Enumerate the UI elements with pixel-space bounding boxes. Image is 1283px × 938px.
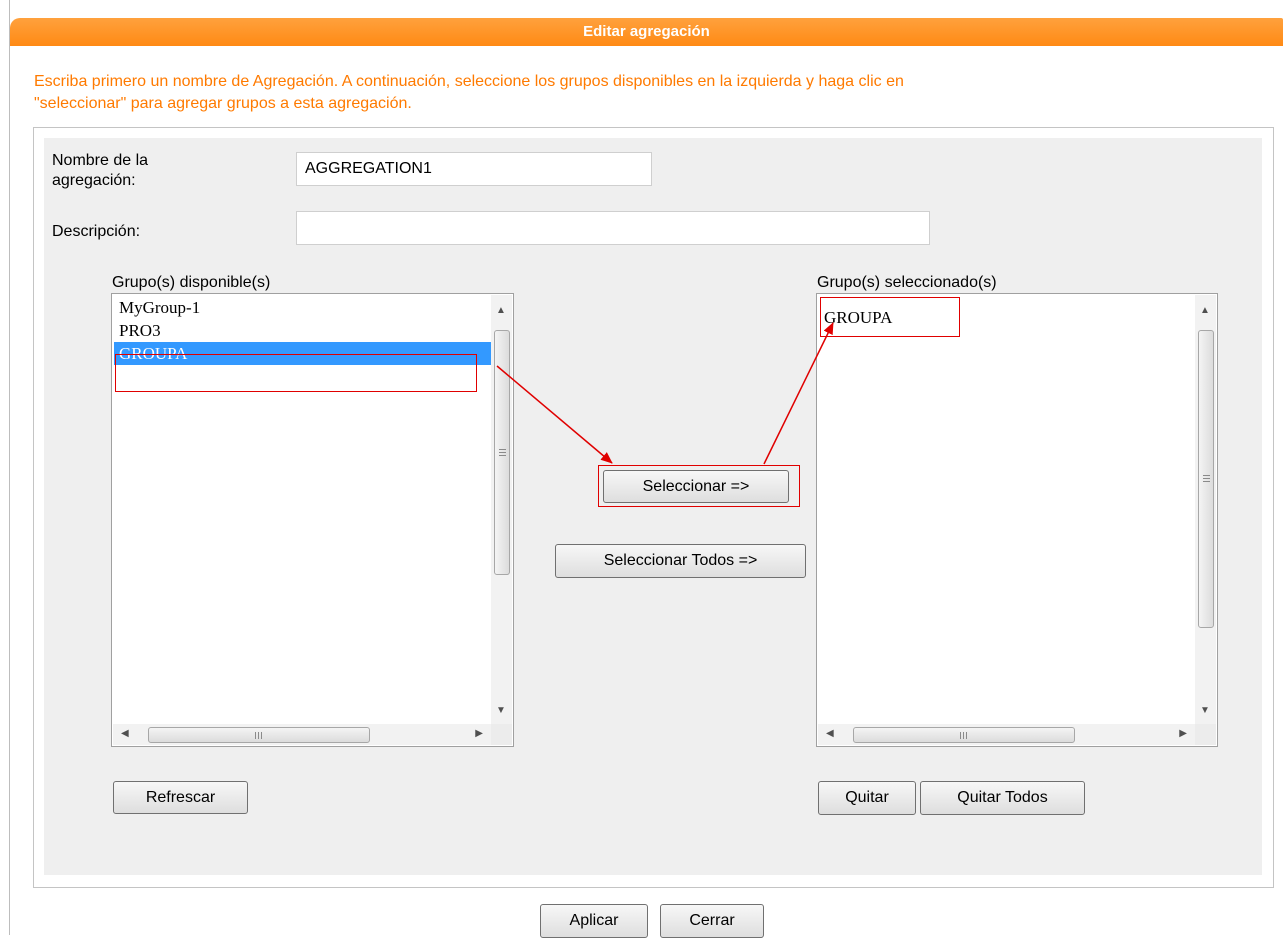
selected-vertical-scroll-thumb[interactable] xyxy=(1198,330,1214,628)
dialog-title-bar: Editar agregación xyxy=(10,18,1283,46)
annotation-highlight-available-groupa xyxy=(115,354,477,392)
apply-button[interactable]: Aplicar xyxy=(540,904,648,938)
selected-groups-options: GROUPA xyxy=(819,296,1195,724)
available-option-pro3[interactable]: PRO3 xyxy=(114,319,491,342)
grip-icon xyxy=(960,732,967,739)
aggregation-name-label-line-1: Nombre de la xyxy=(52,152,149,169)
window-left-border xyxy=(9,0,10,935)
description-label: Descripción: xyxy=(52,223,141,240)
annotation-highlight-select-button xyxy=(598,465,800,507)
scroll-down-icon[interactable]: ▼ xyxy=(1200,705,1210,716)
refresh-button[interactable]: Refrescar xyxy=(113,781,248,814)
scroll-right-icon[interactable]: ▶ xyxy=(475,728,483,739)
scroll-corner xyxy=(491,724,512,745)
available-option-mygroup-1[interactable]: MyGroup-1 xyxy=(114,296,491,319)
selected-horizontal-scrollbar[interactable]: ◀ ▶ xyxy=(818,724,1195,745)
select-all-button[interactable]: Seleccionar Todos => xyxy=(555,544,806,578)
close-button[interactable]: Cerrar xyxy=(660,904,764,938)
instructions-line-2: "seleccionar" para agregar grupos a esta… xyxy=(34,95,412,112)
aggregation-name-label: Nombre de la agregación: xyxy=(52,151,148,191)
selected-groups-listbox[interactable]: GROUPA ▲ ▼ ◀ ▶ xyxy=(816,293,1218,747)
scroll-up-icon[interactable]: ▲ xyxy=(1200,305,1210,316)
selected-groups-label: Grupo(s) seleccionado(s) xyxy=(817,274,997,291)
annotation-highlight-selected-groupa xyxy=(820,297,960,337)
remove-button[interactable]: Quitar xyxy=(818,781,916,815)
scroll-right-icon[interactable]: ▶ xyxy=(1179,728,1187,739)
scroll-left-icon[interactable]: ◀ xyxy=(826,728,834,739)
dialog-title: Editar agregación xyxy=(583,23,710,40)
selected-horizontal-scroll-thumb[interactable] xyxy=(853,727,1075,743)
available-groups-label: Grupo(s) disponible(s) xyxy=(112,274,271,291)
description-input[interactable] xyxy=(296,211,930,245)
scroll-down-icon[interactable]: ▼ xyxy=(496,705,506,716)
scroll-left-icon[interactable]: ◀ xyxy=(121,728,129,739)
scroll-up-icon[interactable]: ▲ xyxy=(496,305,506,316)
aggregation-name-label-line-2: agregación: xyxy=(52,172,136,189)
instructions-text: Escriba primero un nombre de Agregación.… xyxy=(34,71,1274,115)
instructions-line-1: Escriba primero un nombre de Agregación.… xyxy=(34,73,904,90)
aggregation-name-input[interactable] xyxy=(296,152,652,186)
remove-all-button[interactable]: Quitar Todos xyxy=(920,781,1085,815)
available-vertical-scroll-thumb[interactable] xyxy=(494,330,510,575)
grip-icon xyxy=(255,732,262,739)
grip-icon xyxy=(1203,475,1210,482)
available-horizontal-scrollbar[interactable]: ◀ ▶ xyxy=(113,724,491,745)
grip-icon xyxy=(499,449,506,456)
scroll-corner xyxy=(1195,724,1216,745)
selected-vertical-scrollbar[interactable]: ▲ ▼ xyxy=(1195,295,1216,724)
available-horizontal-scroll-thumb[interactable] xyxy=(148,727,370,743)
available-vertical-scrollbar[interactable]: ▲ ▼ xyxy=(491,295,512,724)
